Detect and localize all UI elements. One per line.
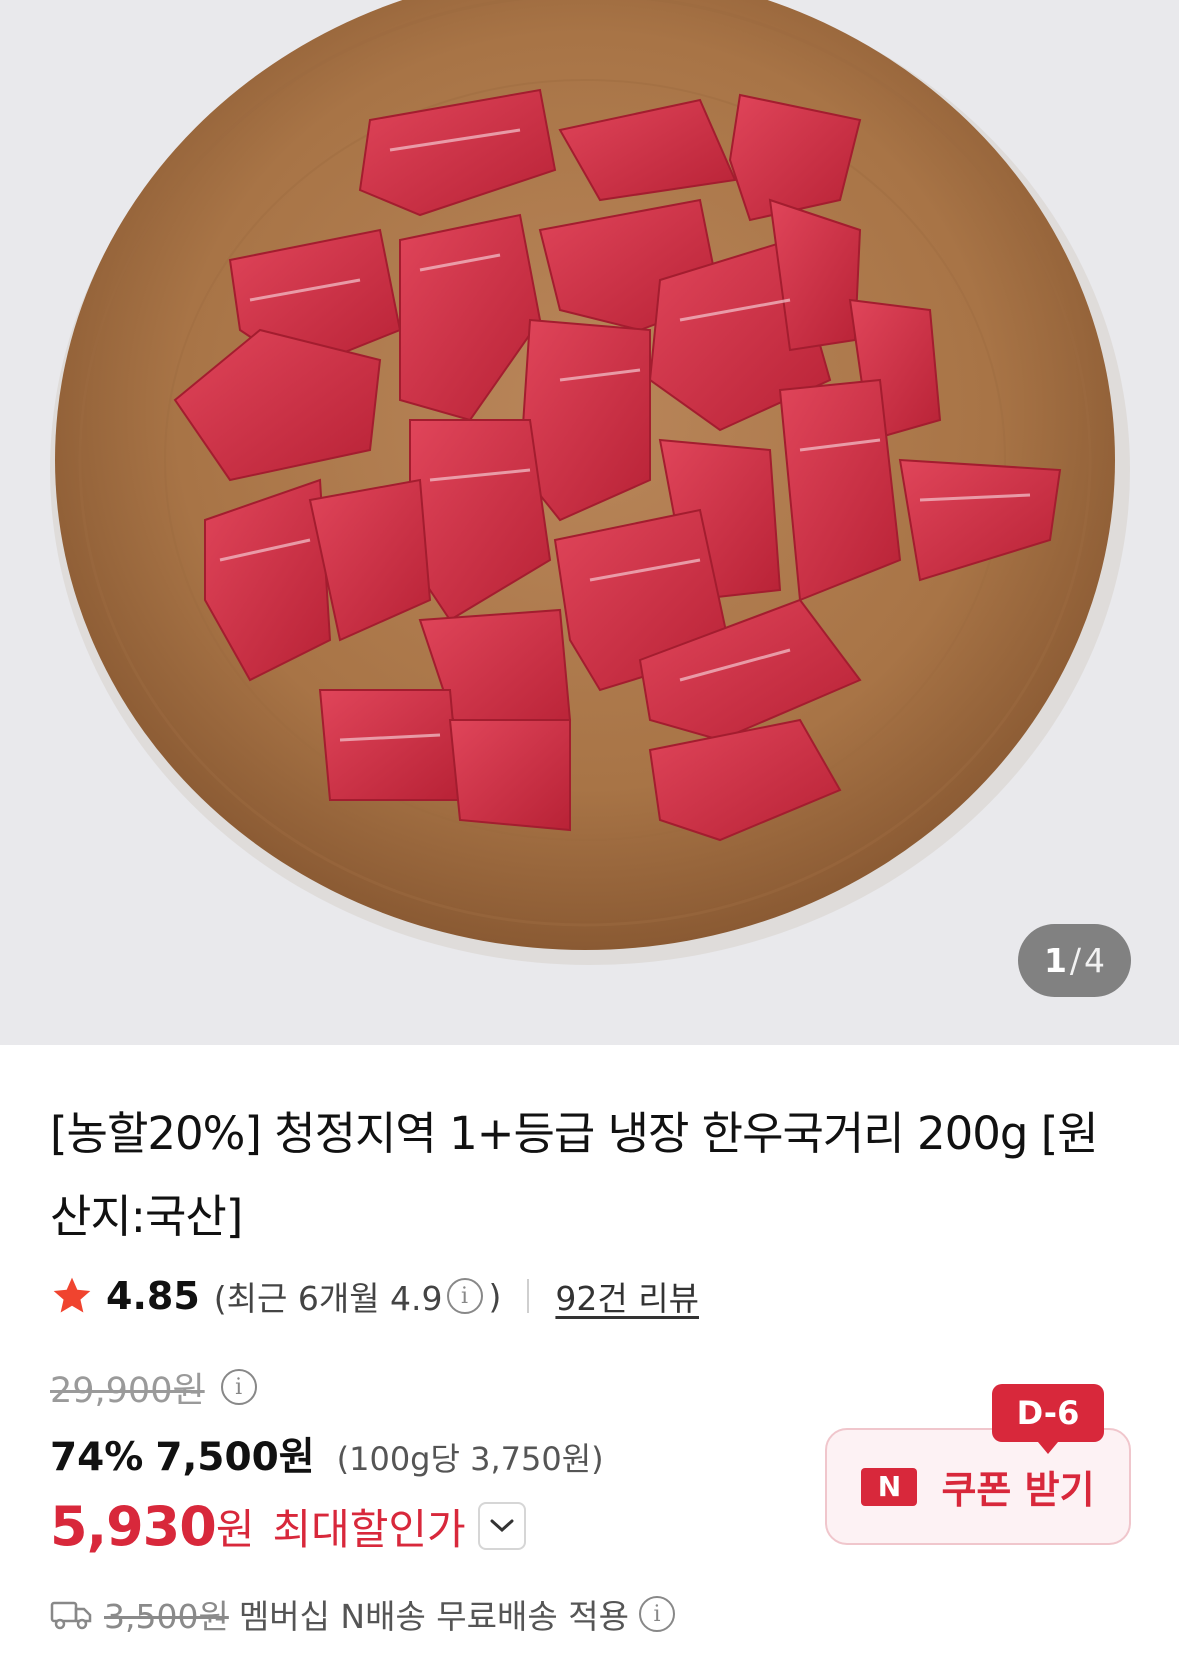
discount-row: 74% 7,500원 (100g당 3,750원) <box>50 1426 604 1482</box>
star-icon <box>53 1277 91 1313</box>
discount-percent: 74% <box>50 1435 144 1480</box>
unit-price: (100g당 3,750원) <box>336 1440 604 1478</box>
product-title: [농할20%] 청정지역 1+등급 냉장 한우국거리 200g [원산지:국산] <box>50 1107 1099 1243</box>
product-photo <box>50 0 1130 965</box>
image-counter-total: 4 <box>1084 941 1106 980</box>
rating-row: 4.85 (최근 6개월 4.9 i ) 92건 리뷰 <box>50 1268 699 1324</box>
recent-rating-label: (최근 6개월 4.9 <box>213 1279 443 1318</box>
info-icon[interactable]: i <box>446 1278 483 1314</box>
info-icon[interactable]: i <box>220 1369 257 1405</box>
recent-rating-close: ) <box>488 1276 502 1316</box>
shipping-fee: 3,500원 <box>104 1597 229 1636</box>
divider <box>527 1279 530 1313</box>
truck-icon <box>50 1601 92 1630</box>
rating-score: 4.85 <box>106 1274 200 1318</box>
recent-rating: (최근 6개월 4.9 i ) <box>214 1272 502 1320</box>
product-image[interactable]: 1 / 4 <box>0 0 1179 1045</box>
reviews-link[interactable]: 92건 리뷰 <box>555 1272 699 1320</box>
original-price-row: 29,900원 i <box>50 1362 257 1412</box>
final-price: 5,930 <box>50 1494 217 1558</box>
image-counter-current: 1 <box>1043 941 1067 980</box>
max-discount-toggle[interactable] <box>477 1502 526 1550</box>
final-price-won: 원 <box>215 1504 255 1554</box>
info-icon[interactable]: i <box>638 1596 675 1632</box>
shipping-message: 멤버십 N배송 무료배송 적용 <box>238 1597 629 1636</box>
discount-price: 7,500원 <box>155 1435 315 1480</box>
shipping-row: 3,500원 멤버십 N배송 무료배송 적용 i <box>50 1588 675 1640</box>
image-counter-separator: / <box>1069 941 1082 980</box>
image-counter: 1 / 4 <box>1018 924 1131 997</box>
coupon-label: 쿠폰 받기 <box>941 1468 1095 1512</box>
max-discount-label: 최대할인가 <box>272 1504 466 1554</box>
chevron-down-icon <box>490 1519 514 1533</box>
final-price-row: 5,930 원 최대할인가 <box>50 1490 526 1562</box>
naver-n-icon: N <box>861 1467 918 1506</box>
coupon-button[interactable]: N 쿠폰 받기 <box>825 1428 1131 1545</box>
coupon-deadline-badge: D-6 <box>992 1384 1104 1454</box>
original-price: 29,900원 <box>50 1370 205 1411</box>
